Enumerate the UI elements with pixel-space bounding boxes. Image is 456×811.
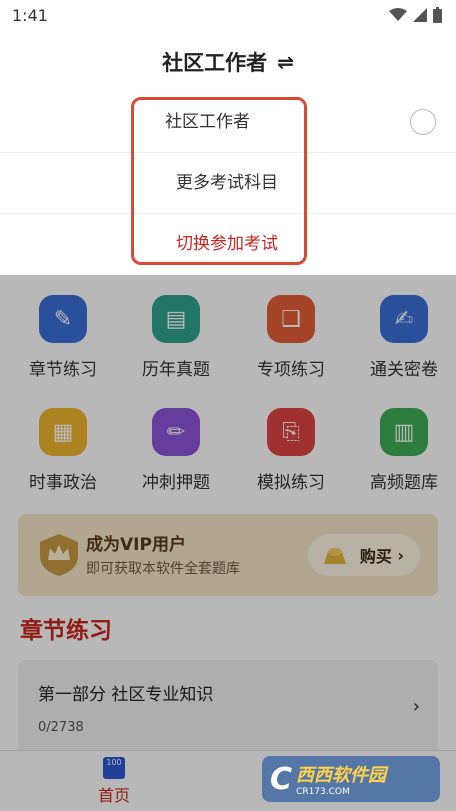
- radio-button[interactable]: [410, 109, 436, 135]
- chapter-card[interactable]: 第一部分 社区专业知识 0/2738 ›: [18, 660, 438, 750]
- crown-shield-icon: [40, 534, 78, 576]
- newspaper-icon: ▦: [39, 408, 87, 456]
- grid-item[interactable]: ✏ 冲刺押题: [119, 408, 233, 493]
- watermark-name: 西西软件园: [296, 765, 387, 786]
- dropdown-item-label: 切换参加考试: [176, 234, 278, 254]
- grid-item[interactable]: ❑ 专项练习: [234, 295, 348, 380]
- section-title: 章节练习: [20, 618, 112, 644]
- wifi-icon: [389, 8, 407, 21]
- header: 社区工作者 ⇌: [0, 32, 456, 92]
- signal-icon: [413, 8, 427, 22]
- chapter-progress: 0/2738: [38, 720, 84, 735]
- grid-item-label: 通关密卷: [370, 360, 438, 380]
- pen-icon: ✎: [39, 295, 87, 343]
- buy-label: 购买: [359, 547, 392, 566]
- clipboard-icon: ⎘: [267, 408, 315, 456]
- edit-icon: ✍: [380, 295, 428, 343]
- grid-item[interactable]: ▤ 历年真题: [119, 295, 233, 380]
- dropdown-item-label: 更多考试科目: [176, 173, 278, 193]
- exam-switcher[interactable]: 社区工作者 ⇌: [0, 32, 456, 92]
- notebook-icon: ▥: [380, 408, 428, 456]
- grid-item-label: 专项练习: [257, 360, 325, 380]
- paper-icon: ▤: [152, 295, 200, 343]
- dropdown-item-more-subjects[interactable]: 更多考试科目: [0, 153, 456, 214]
- grid-item-label: 时事政治: [29, 473, 97, 493]
- grid-item-label: 高频题库: [370, 473, 438, 493]
- watermark-url: CR173.COM: [296, 787, 350, 797]
- swap-icon[interactable]: ⇌: [277, 50, 294, 74]
- dropdown-item-switch-exam[interactable]: 切换参加考试: [0, 214, 456, 275]
- buy-button[interactable]: 购买 ›: [308, 534, 420, 576]
- nav-home[interactable]: 100 首页: [84, 755, 144, 806]
- grid-item[interactable]: ⎘ 模拟练习: [234, 408, 348, 493]
- grid-item[interactable]: ✍ 通关密卷: [347, 295, 456, 380]
- grid-item-label: 模拟练习: [257, 473, 325, 493]
- grid-item[interactable]: ▥ 高频题库: [347, 408, 456, 493]
- header-title: 社区工作者: [162, 51, 268, 75]
- pencil-icon: ✏: [152, 408, 200, 456]
- book-icon: ❑: [267, 295, 315, 343]
- main-content: ✎ 章节练习 ▤ 历年真题 ❑ 专项练习 ✍ 通关密卷 ▦ 时事政治 ✏ 冲刺押题 ⎘ 模拟练习 ▥ 高频题库…: [0, 275, 456, 750]
- site-watermark: C 西西软件园 CR173.COM: [262, 756, 440, 802]
- home-icon: 100: [103, 757, 125, 779]
- gold-ingot-icon: [324, 548, 346, 564]
- dropdown-item-current-exam[interactable]: 社区工作者: [0, 92, 456, 153]
- vip-title: 成为VIP用户: [86, 535, 186, 555]
- dropdown-item-label: 社区工作者: [165, 112, 250, 132]
- vip-banner[interactable]: 成为VIP用户 即可获取本软件全套题库 购买 ›: [18, 514, 438, 596]
- grid-item-label: 章节练习: [29, 360, 97, 380]
- grid-item-label: 历年真题: [142, 360, 210, 380]
- status-bar: 1:41: [0, 0, 456, 32]
- watermark-logo-letter: C: [270, 761, 293, 797]
- exam-dropdown: 社区工作者 更多考试科目 切换参加考试: [0, 92, 456, 275]
- chevron-right-icon: ›: [412, 696, 420, 717]
- grid-item-label: 冲刺押题: [142, 473, 210, 493]
- grid-item[interactable]: ▦ 时事政治: [6, 408, 120, 493]
- grid-item[interactable]: ✎ 章节练习: [6, 295, 120, 380]
- status-icons: [389, 7, 442, 23]
- nav-home-label: 首页: [97, 786, 130, 805]
- status-time: 1:41: [12, 6, 48, 25]
- chapter-name: 第一部分 社区专业知识: [38, 685, 214, 705]
- chevron-right-icon: ›: [391, 545, 404, 565]
- vip-subtitle: 即可获取本软件全套题库: [86, 561, 240, 577]
- battery-icon: [433, 7, 442, 23]
